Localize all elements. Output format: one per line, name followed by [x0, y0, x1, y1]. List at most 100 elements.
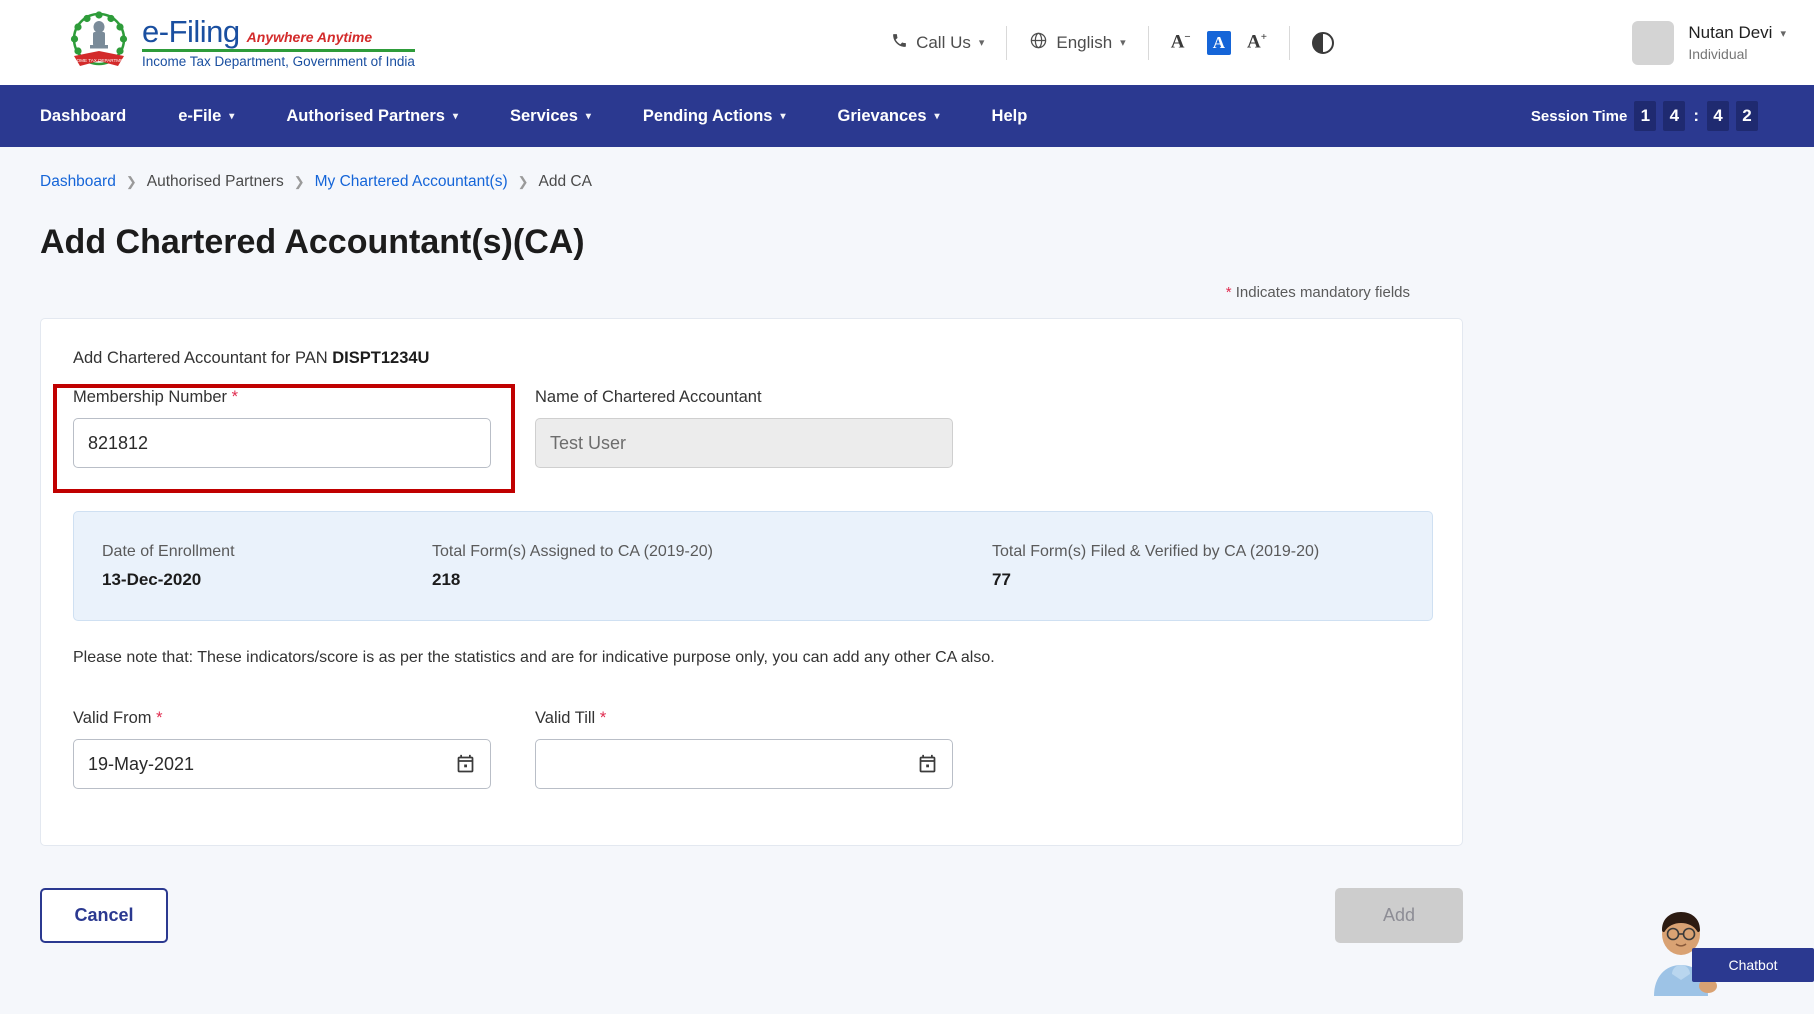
ca-name-field-group: Name of Chartered Accountant Test User [535, 388, 953, 468]
chevron-down-icon: ▾ [1120, 36, 1126, 49]
nav-item-help[interactable]: Help [966, 107, 1054, 126]
brand-name: e-Filing [142, 16, 240, 47]
indicative-purpose-note: Please note that: These indicators/score… [73, 649, 995, 667]
brand-divider [142, 49, 415, 52]
nav-item-dashboard[interactable]: Dashboard [34, 107, 152, 126]
font-normal-button[interactable]: A [1207, 31, 1231, 55]
stat-value: 13-Dec-2020 [102, 570, 404, 590]
call-us-button[interactable]: Call Us ▾ [869, 32, 1006, 54]
main-navigation: Dashboard e-File ▾ Authorised Partners ▾… [0, 85, 1814, 147]
card-subtitle-prefix: Add Chartered Accountant for PAN [73, 349, 332, 367]
calendar-icon[interactable] [917, 754, 938, 775]
chatbot-widget[interactable]: Chatbot [1630, 908, 1814, 996]
font-increase-button[interactable]: A+ [1247, 31, 1267, 53]
chevron-down-icon: ▾ [935, 111, 940, 122]
globe-icon [1029, 31, 1048, 55]
nav-label: Grievances [838, 107, 927, 126]
breadcrumb-item-add-ca: Add CA [539, 173, 592, 191]
valid-till-label: Valid Till * [535, 709, 953, 728]
stat-label: Date of Enrollment [102, 543, 404, 561]
session-digit: 2 [1736, 101, 1758, 131]
valid-till-field-group: Valid Till * [535, 709, 953, 789]
add-ca-form-card: Add Chartered Accountant for PAN DISPT12… [40, 318, 1463, 846]
brand-logo[interactable]: INCOME TAX DEPARTMENT e-Filing Anywhere … [66, 10, 415, 76]
contrast-toggle[interactable] [1290, 32, 1356, 54]
user-name: Nutan Devi [1688, 23, 1772, 43]
breadcrumb-item-dashboard[interactable]: Dashboard [40, 173, 116, 191]
mandatory-fields-note: * Indicates mandatory fields [0, 284, 1410, 301]
membership-number-field-group: Membership Number * 821812 [73, 388, 491, 468]
call-us-label: Call Us [916, 33, 971, 53]
membership-number-label: Membership Number * [73, 388, 491, 407]
nav-label: Services [510, 107, 578, 126]
session-timer: Session Time 1 4 : 4 2 [1531, 101, 1780, 131]
form-row-identity: Membership Number * 821812 Name of Chart… [41, 388, 1462, 468]
asterisk-icon: * [1226, 284, 1232, 301]
stat-label: Total Form(s) Filed & Verified by CA (20… [992, 543, 1319, 561]
chevron-down-icon: ▾ [453, 111, 458, 122]
add-button[interactable]: Add [1335, 888, 1463, 943]
breadcrumb-separator-icon: ❯ [294, 174, 305, 190]
calendar-icon[interactable] [455, 754, 476, 775]
valid-from-field-group: Valid From * 19-May-2021 [73, 709, 491, 789]
language-label: English [1056, 33, 1112, 53]
page-title: Add Chartered Accountant(s)(CA) [40, 223, 1814, 262]
nav-item-authorised-partners[interactable]: Authorised Partners ▾ [260, 107, 484, 126]
session-timer-label: Session Time [1531, 108, 1627, 125]
required-asterisk-icon: * [156, 709, 162, 727]
breadcrumb-item-authorised-partners[interactable]: Authorised Partners [147, 173, 284, 191]
chatbot-button[interactable]: Chatbot [1692, 948, 1814, 982]
language-selector[interactable]: English ▾ [1007, 31, 1147, 55]
form-row-validity: Valid From * 19-May-2021 Valid Till * [41, 709, 997, 789]
phone-icon [891, 32, 908, 54]
avatar [1632, 21, 1674, 65]
nav-label: Pending Actions [643, 107, 773, 126]
stat-value: 77 [992, 570, 1319, 590]
card-subtitle: Add Chartered Accountant for PAN DISPT12… [41, 319, 1462, 368]
breadcrumb-separator-icon: ❯ [126, 174, 137, 190]
valid-till-input[interactable] [535, 739, 953, 789]
stat-value: 218 [432, 570, 964, 590]
svg-text:INCOME TAX DEPARTMENT: INCOME TAX DEPARTMENT [69, 58, 130, 63]
breadcrumb: Dashboard ❯ Authorised Partners ❯ My Cha… [0, 147, 1814, 191]
india-national-emblem-icon: INCOME TAX DEPARTMENT [66, 10, 132, 76]
nav-item-services[interactable]: Services ▾ [484, 107, 617, 126]
font-decrease-button[interactable]: A− [1171, 31, 1191, 53]
brand-subtitle: Income Tax Department, Government of Ind… [142, 55, 415, 69]
stat-date-of-enrollment: Date of Enrollment 13-Dec-2020 [74, 543, 404, 590]
font-size-controls: A− A A+ [1149, 31, 1289, 55]
valid-from-value: 19-May-2021 [88, 754, 194, 775]
contrast-icon [1312, 32, 1334, 54]
nav-label: e-File [178, 107, 221, 126]
nav-label: Dashboard [40, 107, 126, 126]
nav-item-grievances[interactable]: Grievances ▾ [812, 107, 966, 126]
breadcrumb-separator-icon: ❯ [518, 174, 529, 190]
nav-label: Authorised Partners [286, 107, 445, 126]
chevron-down-icon: ▾ [780, 111, 785, 122]
chevron-down-icon: ▾ [979, 36, 985, 49]
chevron-down-icon: ▾ [1780, 27, 1786, 40]
session-digit: 4 [1707, 101, 1729, 131]
membership-number-input[interactable]: 821812 [73, 418, 491, 468]
required-asterisk-icon: * [232, 388, 238, 406]
mandatory-note-label: Indicates mandatory fields [1236, 284, 1410, 301]
nav-label: Help [992, 107, 1028, 126]
nav-item-efile[interactable]: e-File ▾ [152, 107, 260, 126]
nav-item-pending-actions[interactable]: Pending Actions ▾ [617, 107, 812, 126]
user-role: Individual [1688, 46, 1786, 62]
chevron-down-icon: ▾ [229, 111, 234, 122]
pan-value: DISPT1234U [332, 349, 429, 367]
chevron-down-icon: ▾ [586, 111, 591, 122]
valid-from-input[interactable]: 19-May-2021 [73, 739, 491, 789]
session-digit: 4 [1663, 101, 1685, 131]
cancel-button[interactable]: Cancel [40, 888, 168, 943]
stat-label: Total Form(s) Assigned to CA (2019-20) [432, 543, 964, 561]
session-digit: 1 [1634, 101, 1656, 131]
breadcrumb-item-my-chartered-accountants[interactable]: My Chartered Accountant(s) [315, 173, 508, 191]
top-header: INCOME TAX DEPARTMENT e-Filing Anywhere … [0, 0, 1814, 85]
required-asterisk-icon: * [600, 709, 606, 727]
user-menu[interactable]: Nutan Devi ▾ Individual [1632, 21, 1786, 65]
ca-name-label: Name of Chartered Accountant [535, 388, 953, 407]
stat-forms-assigned: Total Form(s) Assigned to CA (2019-20) 2… [404, 543, 964, 590]
stat-forms-filed-verified: Total Form(s) Filed & Verified by CA (20… [964, 543, 1319, 590]
